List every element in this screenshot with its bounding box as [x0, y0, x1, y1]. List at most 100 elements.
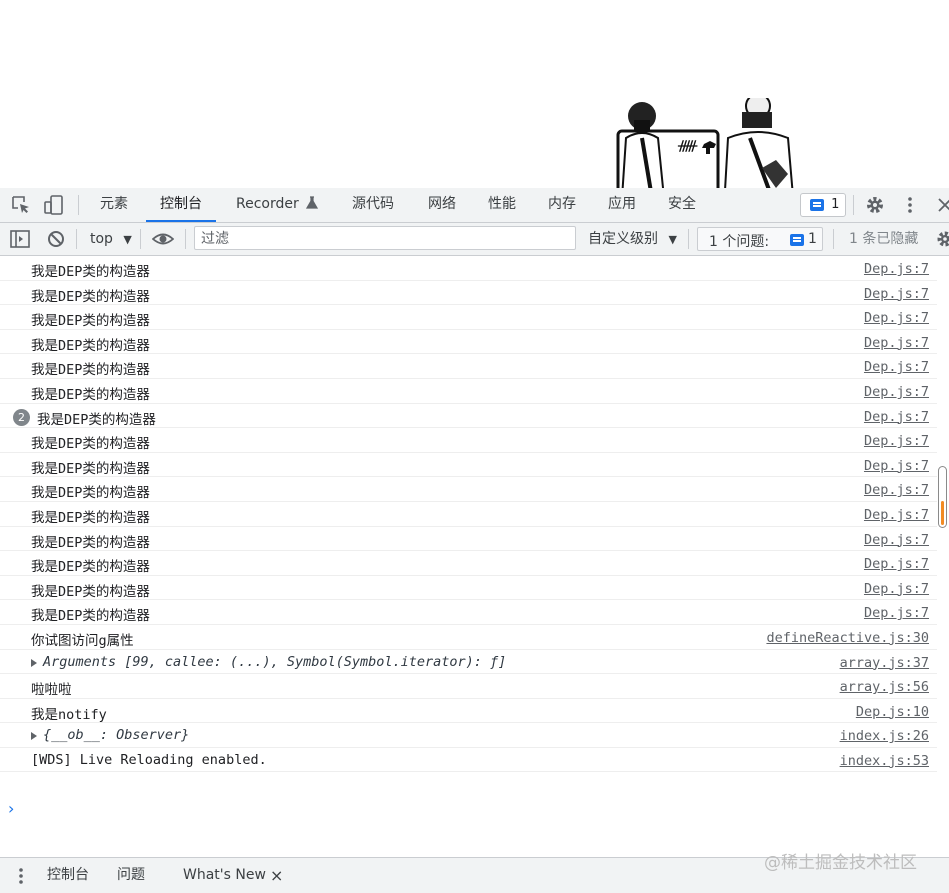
log-row: 我是DEP类的构造器 Dep.js:7: [0, 428, 937, 453]
divider: [78, 195, 79, 215]
source-link[interactable]: Dep.js:7: [864, 507, 929, 523]
more-options-icon[interactable]: [899, 194, 921, 216]
log-row: 我是DEP类的构造器Dep.js:7: [0, 330, 937, 355]
log-message: 我是DEP类的构造器: [31, 580, 150, 600]
divider: [76, 229, 77, 249]
tab-security[interactable]: 安全: [668, 188, 696, 220]
source-link[interactable]: Dep.js:7: [864, 261, 929, 277]
expand-triangle-icon[interactable]: [31, 659, 37, 667]
source-link[interactable]: Dep.js:7: [864, 335, 929, 351]
log-message: 我是notify: [31, 703, 107, 723]
source-link[interactable]: Dep.js:7: [864, 482, 929, 498]
context-value: top: [90, 231, 113, 247]
source-link[interactable]: Dep.js:7: [864, 581, 929, 597]
eye-icon[interactable]: [152, 230, 174, 248]
log-message: 我是DEP类的构造器: [31, 383, 150, 403]
experiment-flask-icon: [306, 196, 318, 209]
device-toolbar-icon[interactable]: [43, 194, 65, 216]
issues-label: 1 个问题:: [709, 231, 769, 251]
gear-icon[interactable]: [864, 194, 886, 216]
log-row: 我是DEP类的构造器Dep.js:7: [0, 551, 937, 576]
source-link[interactable]: defineReactive.js:30: [766, 630, 929, 646]
source-link[interactable]: Dep.js:7: [864, 384, 929, 400]
drawer-tab-console[interactable]: 控制台: [47, 858, 89, 893]
source-link[interactable]: Dep.js:7: [864, 556, 929, 572]
tab-elements[interactable]: 元素: [100, 188, 128, 220]
source-link[interactable]: Dep.js:7: [864, 310, 929, 326]
log-row: 2我是DEP类的构造器Dep.js:7: [0, 404, 937, 429]
source-link[interactable]: array.js:37: [840, 655, 929, 671]
log-row: 我是DEP类的构造器 Dep.js:7: [0, 305, 937, 330]
source-link[interactable]: Dep.js:7: [864, 433, 929, 449]
log-row: 我是DEP类的构造器Dep.js:7: [0, 453, 937, 478]
source-link[interactable]: Dep.js:7: [864, 286, 929, 302]
log-message: 我是DEP类的构造器: [31, 531, 150, 551]
console-prompt[interactable]: ›: [8, 799, 14, 818]
divider: [853, 195, 854, 215]
source-link[interactable]: index.js:53: [840, 753, 929, 769]
source-link[interactable]: Dep.js:7: [864, 458, 929, 474]
source-link[interactable]: Dep.js:7: [864, 359, 929, 375]
log-row: 我是notify Dep.js:10: [0, 699, 937, 724]
issues-count: 1: [808, 231, 817, 247]
tab-performance[interactable]: 性能: [488, 188, 516, 220]
tab-network[interactable]: 网络: [428, 188, 456, 220]
log-row: 我是DEP类的构造器 Dep.js:7: [0, 281, 937, 306]
log-row: 我是DEP类的构造器Dep.js:7: [0, 502, 937, 527]
tab-recorder[interactable]: Recorder: [236, 188, 318, 220]
context-selector[interactable]: top ▼: [90, 223, 132, 255]
log-message: Arguments [99, callee: (...), Symbol(Sym…: [43, 654, 506, 670]
log-row: [WDS] Live Reloading enabled.index.js:53: [0, 748, 937, 773]
log-row-expandable[interactable]: Arguments [99, callee: (...), Symbol(Sym…: [0, 650, 937, 675]
log-message: 我是DEP类的构造器: [31, 309, 150, 329]
log-row-expandable[interactable]: {__ob__: Observer} index.js:26: [0, 723, 937, 748]
divider: [140, 229, 141, 249]
message-bubble-icon: [790, 234, 804, 246]
scrollbar[interactable]: [938, 466, 947, 528]
issues-badge[interactable]: 1: [800, 193, 846, 217]
log-row: 我是DEP类的构造器 Dep.js:7: [0, 379, 937, 404]
console-log: 我是DEP类的构造器 Dep.js:7 我是DEP类的构造器 Dep.js:7 我是…: [0, 256, 937, 772]
drawer-menu-icon[interactable]: [12, 866, 30, 886]
source-link[interactable]: Dep.js:7: [864, 409, 929, 425]
tab-application[interactable]: 应用: [608, 188, 636, 220]
close-tab-icon[interactable]: ×: [270, 858, 283, 893]
source-link[interactable]: Dep.js:10: [856, 704, 929, 720]
divider: [185, 229, 186, 249]
console-settings-gear-icon[interactable]: [935, 229, 949, 249]
log-message: 我是DEP类的构造器: [31, 358, 150, 378]
tab-console[interactable]: 控制台: [146, 188, 216, 222]
log-message: 我是DEP类的构造器: [31, 604, 150, 624]
clear-console-icon[interactable]: [46, 229, 66, 249]
log-row: 我是DEP类的构造器 Dep.js:7: [0, 527, 937, 552]
log-row: 我是DEP类的构造器 Dep.js:7: [0, 477, 937, 502]
source-link[interactable]: Dep.js:7: [864, 532, 929, 548]
filter-input[interactable]: 过滤: [194, 226, 576, 250]
log-message: {__ob__: Observer}: [43, 727, 189, 743]
issues-badge-count: 1: [831, 197, 839, 212]
message-bubble-icon: [810, 199, 824, 211]
svg-text:ᚏ: ᚏ: [677, 138, 698, 154]
hidden-count: 1 条已隐藏: [849, 223, 918, 255]
tab-memory[interactable]: 内存: [548, 188, 576, 220]
inspect-element-icon[interactable]: [10, 194, 32, 216]
divider: [688, 229, 689, 249]
chevron-down-icon: ▼: [123, 233, 131, 246]
drawer-tab-whats-new[interactable]: What's New: [183, 858, 266, 893]
source-link[interactable]: Dep.js:7: [864, 605, 929, 621]
expand-triangle-icon[interactable]: [31, 732, 37, 740]
console-toolbar: top ▼ 过滤 自定义级别 ▼ 1 个问题: 1 1 条已隐藏: [0, 223, 949, 256]
log-message: 我是DEP类的构造器: [31, 432, 150, 452]
scrollbar-thumb[interactable]: [941, 501, 944, 525]
log-message: 我是DEP类的构造器: [31, 481, 150, 501]
close-icon[interactable]: [934, 194, 949, 216]
sidebar-toggle-icon[interactable]: [9, 228, 31, 250]
source-link[interactable]: index.js:26: [840, 728, 929, 744]
drawer-tab-issues[interactable]: 问题: [117, 858, 145, 893]
log-row: 啦啦啦array.js:56: [0, 674, 937, 699]
source-link[interactable]: array.js:56: [840, 679, 929, 695]
log-levels-dropdown[interactable]: 自定义级别 ▼: [588, 223, 677, 255]
issues-button[interactable]: 1 个问题: 1: [697, 227, 823, 251]
log-message: 我是DEP类的构造器: [31, 285, 150, 305]
tab-sources[interactable]: 源代码: [352, 188, 394, 220]
